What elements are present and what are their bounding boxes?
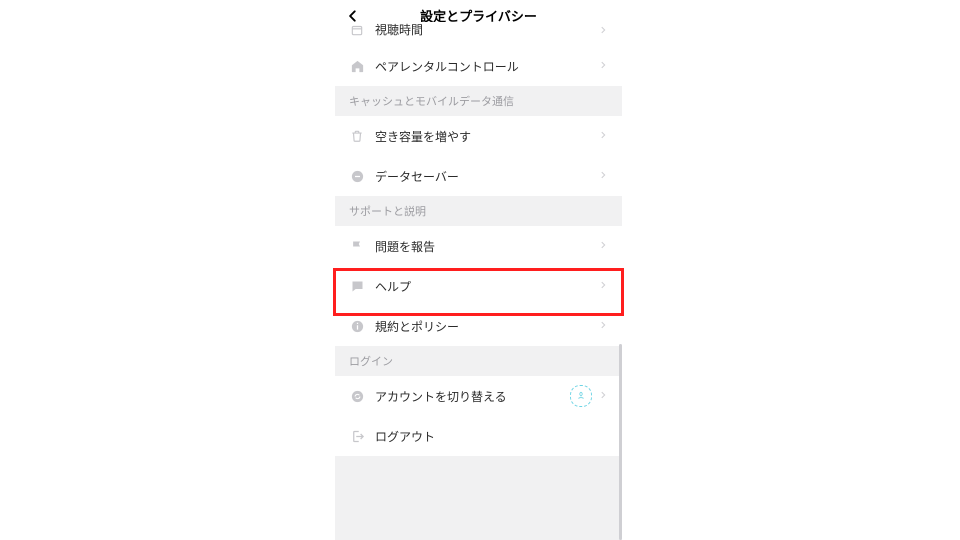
row-free-space[interactable]: 空き容量を増やす bbox=[335, 116, 622, 156]
account-chip bbox=[570, 385, 592, 407]
row-label: ペアレンタルコントロール bbox=[375, 58, 598, 75]
row-switch-account[interactable]: アカウントを切り替える bbox=[335, 376, 622, 416]
section-label: ログイン bbox=[349, 353, 393, 369]
section-header-support: サポートと説明 bbox=[335, 196, 622, 226]
settings-screen: 設定とプライバシー 視聴時間 ペアレンタルコントロール bbox=[335, 0, 622, 540]
flag-icon bbox=[349, 238, 365, 254]
row-label: ログアウト bbox=[375, 428, 608, 445]
row-label: データセーバー bbox=[375, 168, 598, 185]
chevron-right-icon bbox=[598, 127, 608, 145]
section-label: キャッシュとモバイルデータ通信 bbox=[349, 93, 514, 109]
row-label: 空き容量を増やす bbox=[375, 128, 598, 145]
info-icon bbox=[349, 318, 365, 334]
row-label: アカウントを切り替える bbox=[375, 388, 570, 405]
logout-icon bbox=[349, 428, 365, 444]
row-peek[interactable]: 視聴時間 bbox=[335, 22, 622, 46]
switch-account-icon bbox=[349, 388, 365, 404]
row-data-saver[interactable]: データセーバー bbox=[335, 156, 622, 196]
home-icon bbox=[349, 58, 365, 74]
row-label: 視聴時間 bbox=[375, 22, 598, 38]
chevron-right-icon bbox=[598, 317, 608, 335]
row-logout[interactable]: ログアウト bbox=[335, 416, 622, 456]
chevron-right-icon bbox=[598, 57, 608, 75]
chat-icon bbox=[349, 278, 365, 294]
row-label: 規約とポリシー bbox=[375, 318, 598, 335]
data-saver-icon bbox=[349, 168, 365, 184]
row-label: ヘルプ bbox=[375, 278, 598, 295]
row-help[interactable]: ヘルプ bbox=[335, 266, 622, 306]
clock-icon bbox=[349, 22, 365, 38]
chevron-right-icon bbox=[598, 277, 608, 295]
row-report-problem[interactable]: 問題を報告 bbox=[335, 226, 622, 266]
spacer bbox=[335, 456, 622, 516]
section-header-cache: キャッシュとモバイルデータ通信 bbox=[335, 86, 622, 116]
chevron-right-icon bbox=[598, 237, 608, 255]
trash-icon bbox=[349, 128, 365, 144]
chevron-right-icon bbox=[598, 387, 608, 405]
row-label: 問題を報告 bbox=[375, 238, 598, 255]
section-header-login: ログイン bbox=[335, 346, 622, 376]
section-label: サポートと説明 bbox=[349, 203, 426, 219]
chevron-right-icon bbox=[598, 167, 608, 185]
scrollbar[interactable] bbox=[619, 344, 622, 540]
settings-list: 視聴時間 ペアレンタルコントロール キャッシュとモバイルデータ通信 bbox=[335, 22, 622, 540]
row-terms-policy[interactable]: 規約とポリシー bbox=[335, 306, 622, 346]
row-parental-controls[interactable]: ペアレンタルコントロール bbox=[335, 46, 622, 86]
chevron-right-icon bbox=[598, 22, 608, 40]
